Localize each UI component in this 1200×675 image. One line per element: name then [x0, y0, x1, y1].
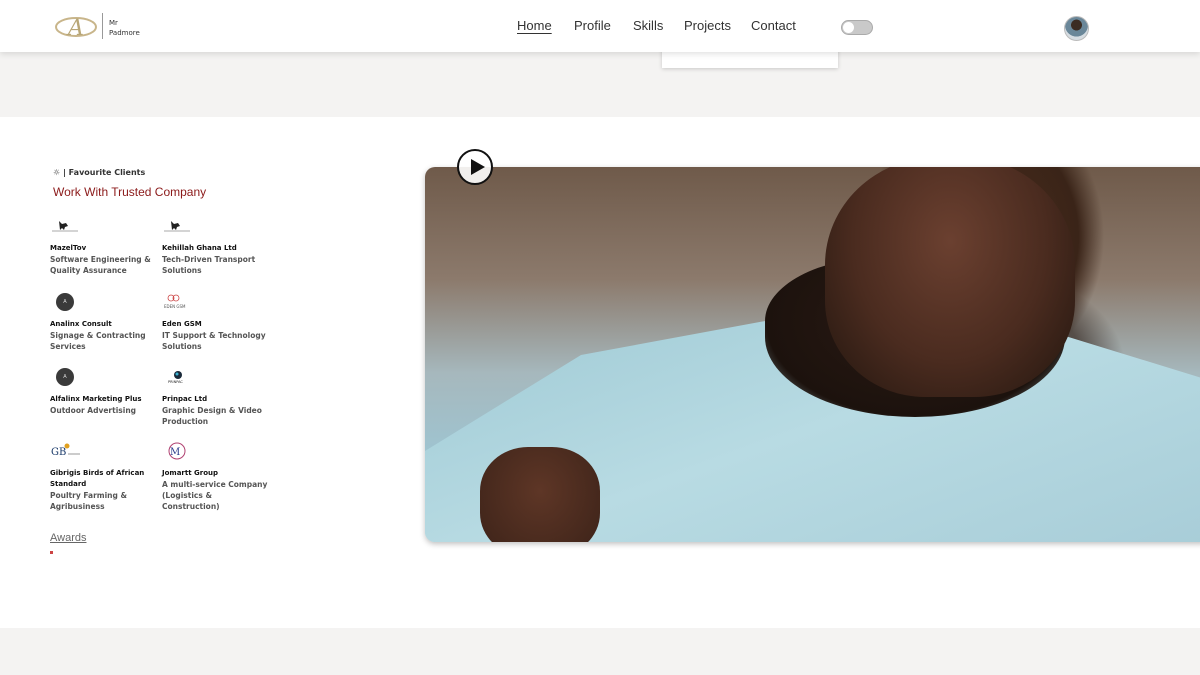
client-desc: IT Support & Technology Solutions: [162, 331, 266, 351]
client-card: EDEN GSM Eden GSM IT Support & Technolog…: [162, 291, 272, 352]
client-card: MazelTov Software Engineering & Quality …: [50, 215, 160, 276]
nav-projects[interactable]: Projects: [684, 18, 731, 33]
svg-text:PRINPAC: PRINPAC: [168, 380, 183, 384]
awards-marker: [50, 551, 53, 554]
horse-logo-icon: [164, 221, 190, 232]
client-name: Jomartt Group: [162, 469, 219, 477]
client-name: Eden GSM: [162, 320, 202, 328]
client-desc: Outdoor Advertising: [50, 406, 137, 415]
client-card: GB Gibrigis Birds of African Standard Po…: [50, 440, 160, 512]
avatar[interactable]: [1064, 16, 1089, 41]
client-desc: Signage & Contracting Services: [50, 331, 146, 351]
nav-contact[interactable]: Contact: [751, 18, 796, 33]
play-icon[interactable]: [457, 149, 493, 185]
client-name: MazelTov: [50, 244, 87, 252]
section-heading: Work With Trusted Company: [53, 185, 207, 199]
toggle-knob: [843, 22, 854, 33]
dark-circle-logo-icon: A: [56, 368, 74, 386]
video-frame-face: [825, 167, 1075, 397]
client-desc: Graphic Design & Video Production: [162, 406, 262, 426]
client-card: PRINPAC Prinpac Ltd Graphic Design & Vid…: [162, 366, 272, 427]
client-card: A Analinx Consult Signage & Contracting …: [50, 291, 160, 352]
video-player[interactable]: [425, 167, 1200, 542]
client-name: Prinpac Ltd: [162, 395, 208, 403]
svg-text:M: M: [170, 447, 180, 458]
eden-gsm-logo-icon: EDEN GSM: [164, 294, 186, 309]
site-header: A Mr Padmore Home Profile Skills Project…: [0, 0, 1200, 52]
client-desc: Software Engineering & Quality Assurance: [50, 255, 151, 275]
svg-text:EDEN GSM: EDEN GSM: [164, 304, 186, 309]
svg-text:A: A: [66, 16, 84, 41]
dark-circle-logo-icon: A: [56, 293, 74, 311]
jm-logo-icon: M: [168, 442, 186, 460]
client-desc: Poultry Farming & Agribusiness: [50, 491, 128, 511]
client-card: A Alfalinx Marketing Plus Outdoor Advert…: [50, 366, 160, 416]
nav-home[interactable]: Home: [517, 18, 552, 33]
gb-logo-icon: GB: [51, 443, 80, 458]
client-name: Alfalinx Marketing Plus: [50, 395, 142, 403]
eyebrow-text: Favourite Clients: [68, 168, 146, 177]
client-card: Kehillah Ghana Ltd Tech-Driven Transport…: [162, 215, 272, 276]
logo-line1: Mr: [109, 19, 118, 27]
gear-icon: ☼: [53, 168, 61, 177]
client-desc: A multi-service Company (Logistics & Con…: [162, 480, 268, 511]
client-name: Analinx Consult: [50, 320, 112, 328]
horse-logo-icon: [52, 221, 78, 232]
client-card: M Jomartt Group A multi-service Company …: [162, 440, 272, 512]
client-name: Kehillah Ghana Ltd: [162, 244, 237, 252]
nav-skills[interactable]: Skills: [633, 18, 663, 33]
awards-link[interactable]: Awards: [50, 532, 86, 544]
section-eyebrow: ☼ | Favourite Clients: [53, 168, 146, 177]
nav-profile[interactable]: Profile: [574, 18, 611, 33]
client-name: Gibrigis Birds of African Standard: [50, 469, 145, 488]
logo-line2: Padmore: [109, 29, 140, 37]
prinpac-logo-icon: PRINPAC: [168, 371, 183, 384]
svg-text:GB: GB: [51, 447, 66, 458]
logo-text: Mr Padmore: [109, 18, 140, 38]
logo-divider: [102, 13, 103, 39]
client-desc: Tech-Driven Transport Solutions: [162, 255, 256, 275]
logo-icon[interactable]: A: [54, 13, 102, 41]
video-frame-hand: [480, 447, 600, 542]
theme-toggle[interactable]: [841, 20, 873, 35]
